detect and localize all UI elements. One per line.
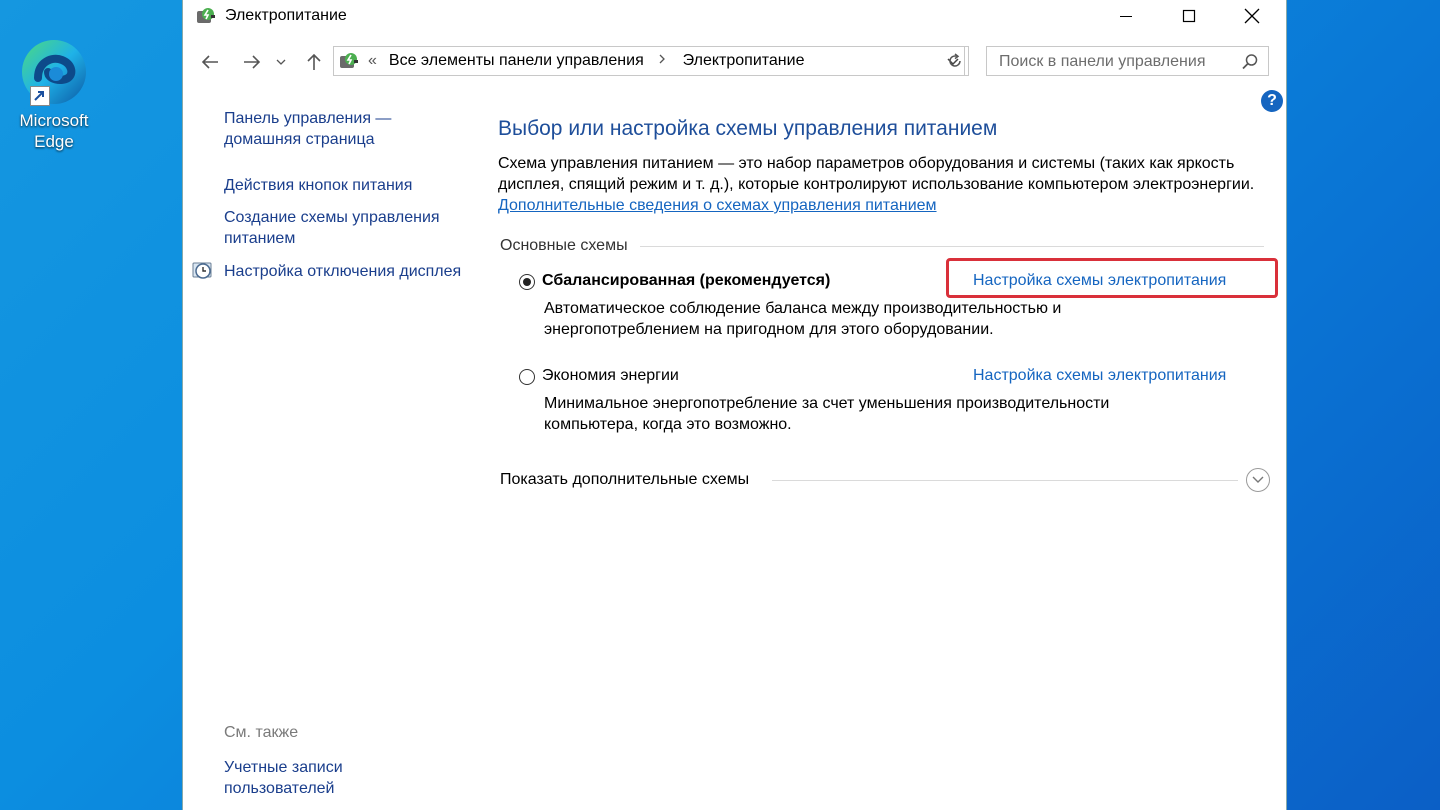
plan-power-saver-radio[interactable] [519,369,535,385]
highlight-box [946,258,1278,298]
breadcrumb-overflow[interactable]: « [368,52,377,69]
power-options-icon [338,50,360,72]
up-arrow-icon [307,53,321,70]
link-create-power-plan[interactable]: Создание схемы управления питанием [224,207,464,249]
desktop-icon-edge[interactable]: Microsoft Edge [8,36,100,152]
search-input[interactable] [997,52,1231,72]
search-icon[interactable] [1241,53,1259,76]
plan-power-saver-configure-link[interactable]: Настройка схемы электропитания [973,367,1226,385]
breadcrumb: « Все элементы панели управления Электроп… [368,52,814,70]
minimize-icon [1120,16,1132,17]
refresh-button[interactable] [941,46,969,76]
plan-power-saver-name[interactable]: Экономия энергии [542,367,679,385]
description-text: Схема управления питанием — это набор па… [498,155,1255,193]
desktop-icon-label: Microsoft Edge [19,111,89,151]
see-also-heading: См. также [224,724,299,741]
plan-power-saver-description: Минимальное энергопотребление за счет ум… [544,395,1110,433]
chevron-down-icon [276,59,286,65]
chevron-down-icon [1252,476,1264,483]
up-button[interactable] [300,48,328,76]
search-box[interactable] [986,46,1269,76]
maximize-icon [1182,9,1196,23]
back-button[interactable] [196,48,224,76]
link-display-off-settings[interactable]: Настройка отключения дисплея [224,261,464,282]
edge-icon [18,36,90,108]
navigation-bar: « Все элементы панели управления Электроп… [183,42,1286,80]
title-bar[interactable]: Электропитание [183,0,1286,34]
address-bar[interactable]: « Все элементы панели управления Электроп… [333,46,965,76]
power-options-window: Электропитание « Все элементы панели упр… [182,0,1287,810]
forward-button[interactable] [238,48,266,76]
breadcrumb-separator-icon[interactable] [654,52,671,69]
show-additional-plans-label[interactable]: Показать дополнительные схемы [500,471,749,489]
power-options-icon [195,5,217,27]
close-button[interactable] [1220,0,1284,32]
link-power-button-actions[interactable]: Действия кнопок питания [224,175,464,196]
breadcrumb-item-control-panel[interactable]: Все элементы панели управления [389,52,644,69]
window-title: Электропитание [225,7,347,24]
maximize-button[interactable] [1157,0,1221,32]
breadcrumb-item-power-options[interactable]: Электропитание [683,52,805,69]
recent-locations-button[interactable] [273,48,289,76]
shortcut-arrow-icon [30,86,50,106]
section-title: Основные схемы [500,237,636,255]
help-icon: ? [1267,92,1277,109]
refresh-icon [948,53,961,67]
section-divider [772,480,1238,481]
link-user-accounts[interactable]: Учетные записи пользователей [224,757,424,799]
plan-balanced-name[interactable]: Сбалансированная (рекомендуется) [542,272,830,290]
page-title: Выбор или настройка схемы управления пит… [498,117,998,140]
preferred-plans-section: Основные схемы [500,236,1264,258]
section-divider [640,246,1264,247]
display-timer-icon [192,260,214,282]
expand-button[interactable] [1246,468,1270,492]
minimize-button[interactable] [1094,0,1158,32]
show-additional-plans[interactable]: Показать дополнительные схемы [500,468,1272,494]
plan-balanced-radio[interactable] [519,274,535,290]
plan-balanced-description: Автоматическое соблюдение баланса между … [544,300,1062,338]
help-button[interactable]: ? [1261,90,1283,112]
back-arrow-icon [201,55,218,69]
link-control-panel-home[interactable]: Панель управления — домашняя страница [224,108,464,150]
forward-arrow-icon [244,55,261,69]
close-icon [1244,8,1260,24]
learn-more-link[interactable]: Дополнительные сведения о схемах управле… [498,197,937,214]
page-description: Схема управления питанием — это набор па… [498,153,1278,216]
